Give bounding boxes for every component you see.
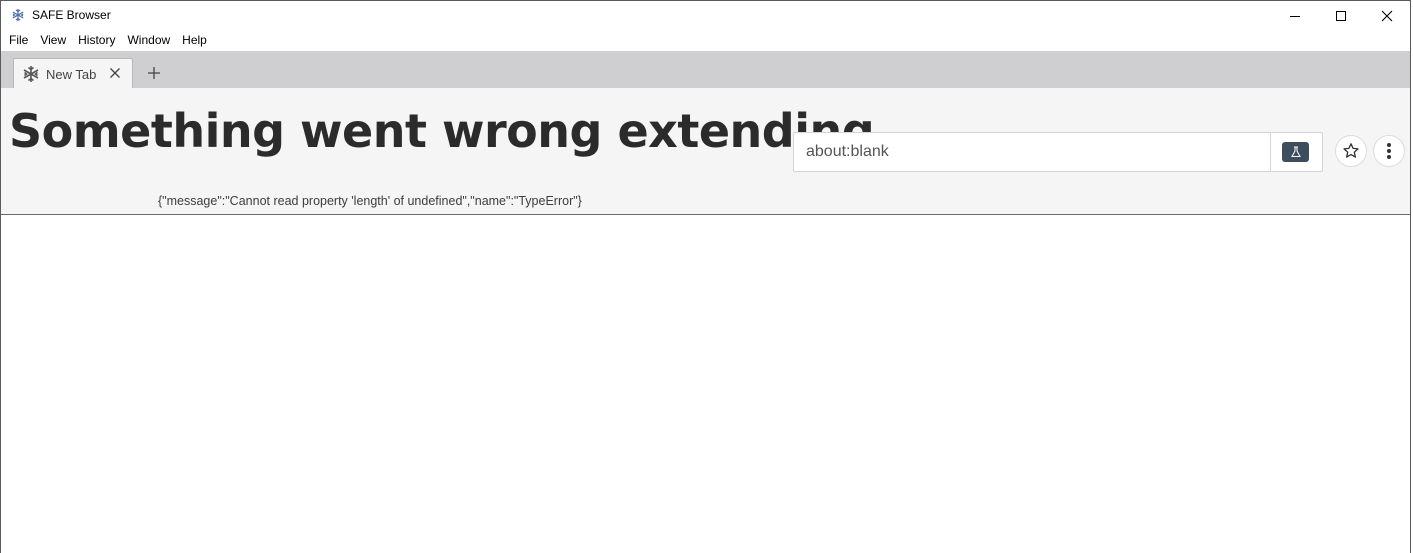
tab-strip: New Tab <box>1 51 1410 88</box>
flask-icon <box>1290 146 1301 157</box>
error-title: Something went wrong extending <box>9 104 875 158</box>
star-icon <box>1343 143 1359 158</box>
minimize-button[interactable] <box>1272 1 1318 30</box>
maximize-icon <box>1336 10 1346 21</box>
error-message: {"message":"Cannot read property 'length… <box>158 194 582 208</box>
window-title: SAFE Browser <box>32 8 111 22</box>
close-window-button[interactable] <box>1364 1 1410 30</box>
toolbar: Something went wrong extending {"message… <box>1 88 1410 215</box>
browser-window: SAFE Browser File View History Window He… <box>0 0 1411 553</box>
address-bar <box>793 132 1323 172</box>
page-content[interactable] <box>1 215 1410 553</box>
tab-label: New Tab <box>46 67 97 82</box>
menu-window[interactable]: Window <box>121 30 176 51</box>
minimize-icon <box>1290 15 1300 17</box>
menu-bar: File View History Window Help <box>1 30 1410 51</box>
tab-close-x-icon[interactable] <box>109 67 121 79</box>
safe-logo-icon <box>12 9 24 21</box>
vertical-dots-icon <box>1387 143 1391 159</box>
safe-logo-icon <box>23 66 39 82</box>
experiments-button[interactable] <box>1282 142 1309 162</box>
browser-menu-button[interactable] <box>1373 135 1405 167</box>
menu-view[interactable]: View <box>34 30 72 51</box>
close-icon <box>1381 10 1393 21</box>
bookmark-button[interactable] <box>1335 135 1367 167</box>
address-input[interactable] <box>794 133 1270 171</box>
menu-history[interactable]: History <box>72 30 121 51</box>
menu-help[interactable]: Help <box>176 30 213 51</box>
maximize-button[interactable] <box>1318 1 1364 30</box>
plus-icon[interactable] <box>146 65 162 81</box>
title-bar[interactable]: SAFE Browser <box>1 0 1410 30</box>
address-divider <box>1270 133 1271 171</box>
tab-new-tab[interactable]: New Tab <box>13 58 133 88</box>
menu-file[interactable]: File <box>3 30 34 51</box>
